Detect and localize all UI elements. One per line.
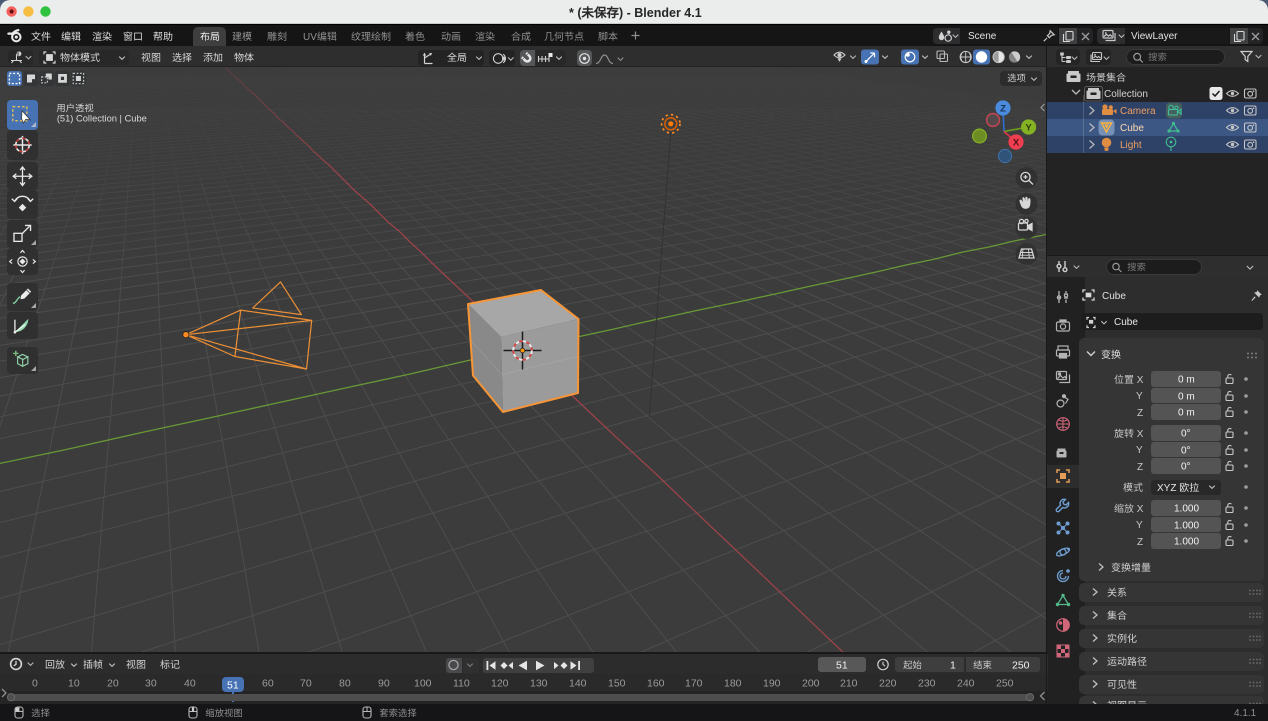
svg-text:X: X [1134, 504, 1144, 515]
svg-text:* (: * ( [569, 6, 582, 20]
svg-text:1.000: 1.000 [1174, 504, 1199, 515]
svg-text:Y: Y [1025, 122, 1032, 133]
svg-text:X: X [1134, 429, 1144, 440]
svg-text:220: 220 [879, 678, 897, 690]
svg-text:Y: Y [1136, 520, 1143, 531]
svg-text:Cube: Cube [1114, 317, 1138, 328]
svg-text:Collection: Collection [1104, 89, 1148, 100]
svg-text:Z: Z [1137, 408, 1143, 419]
svg-text:UV: UV [303, 32, 317, 43]
svg-text:(51) Collection | Cube: (51) Collection | Cube [57, 113, 147, 123]
svg-text:40: 40 [184, 678, 196, 690]
svg-text:0 m: 0 m [1178, 392, 1195, 403]
svg-text:Y: Y [1136, 445, 1143, 456]
svg-text:140: 140 [569, 678, 587, 690]
svg-text:1: 1 [950, 659, 956, 671]
svg-text:1.000: 1.000 [1174, 537, 1199, 548]
svg-text:120: 120 [491, 678, 509, 690]
svg-text:0 m: 0 m [1178, 375, 1195, 386]
svg-text:90: 90 [378, 678, 390, 690]
svg-text:110: 110 [453, 678, 470, 690]
svg-text:240: 240 [957, 678, 975, 690]
svg-text:1.000: 1.000 [1174, 521, 1199, 532]
svg-text:70: 70 [300, 678, 312, 690]
svg-text:Light: Light [1120, 140, 1142, 151]
svg-text:200: 200 [802, 678, 820, 690]
svg-text:0 m: 0 m [1178, 408, 1195, 419]
svg-text:180: 180 [724, 678, 742, 690]
svg-text:Cube: Cube [1120, 123, 1144, 134]
svg-text:4.1.1: 4.1.1 [1234, 708, 1257, 719]
svg-text:210: 210 [840, 678, 858, 690]
svg-text:ViewLayer: ViewLayer [1131, 31, 1178, 42]
svg-text:XYZ: XYZ [1157, 483, 1179, 494]
svg-text:230: 230 [918, 678, 936, 690]
svg-text:Z: Z [1000, 103, 1006, 114]
svg-text:Camera: Camera [1120, 106, 1156, 117]
svg-text:150: 150 [608, 678, 626, 690]
svg-text:0°: 0° [1181, 429, 1191, 440]
svg-text:51: 51 [836, 659, 848, 671]
svg-text:160: 160 [647, 678, 665, 690]
svg-text:0°: 0° [1181, 446, 1191, 457]
svg-text:190: 190 [763, 678, 781, 690]
svg-text:Y: Y [1136, 391, 1143, 402]
svg-text:170: 170 [685, 678, 703, 690]
svg-text:30: 30 [145, 678, 157, 690]
svg-text:X: X [1134, 375, 1144, 386]
svg-text:) - Blender 4.1: ) - Blender 4.1 [619, 6, 702, 20]
svg-text:100: 100 [414, 678, 432, 690]
svg-text:Scene: Scene [968, 31, 997, 42]
svg-text:10: 10 [68, 678, 80, 690]
svg-text:80: 80 [339, 678, 351, 690]
svg-text:0: 0 [32, 678, 38, 690]
svg-text:60: 60 [262, 678, 274, 690]
svg-text:51: 51 [227, 679, 239, 691]
svg-text:20: 20 [107, 678, 119, 690]
svg-text:X: X [1013, 137, 1020, 148]
svg-text:250: 250 [1012, 659, 1030, 671]
svg-text:0°: 0° [1181, 462, 1191, 473]
svg-text:250: 250 [996, 678, 1014, 690]
svg-text:Z: Z [1137, 537, 1143, 548]
svg-text:Z: Z [1137, 462, 1143, 473]
svg-text:Cube: Cube [1102, 291, 1126, 302]
svg-text:130: 130 [530, 678, 548, 690]
